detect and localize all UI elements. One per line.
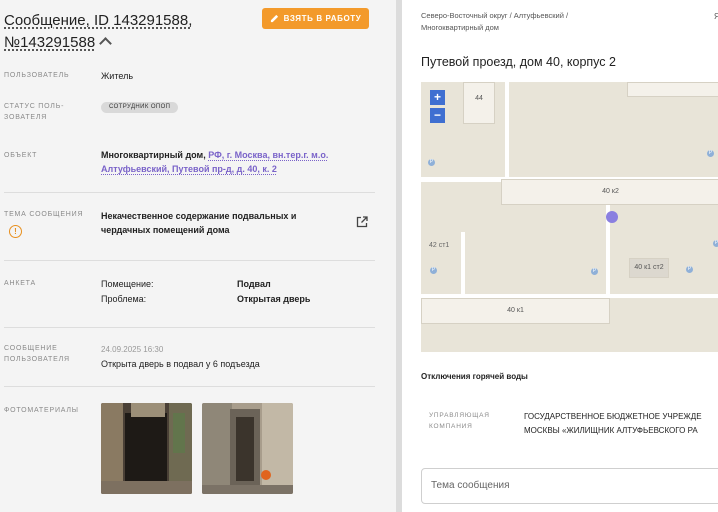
status-badge: СОТРУДНИК ОПОП <box>101 102 179 113</box>
topic-line-1: Некачественное содержание подвальных и <box>101 211 297 221</box>
survey-value-problem: Открытая дверь <box>237 294 311 304</box>
object-address-title: Путевой проезд, дом 40, корпус 2 <box>421 55 616 69</box>
map-zoom-in-button[interactable]: + <box>430 90 445 105</box>
survey-label: АНКЕТА <box>4 280 36 287</box>
map-poi-icon[interactable]: P <box>591 268 598 275</box>
object-address-link-1[interactable]: РФ, г. Москва, вн.тер.г. м.о. <box>208 150 328 160</box>
divider <box>4 192 375 193</box>
map-poi-icon[interactable]: P <box>686 266 693 273</box>
map-label-40k1: 40 к1 <box>507 307 524 314</box>
divider <box>4 327 375 328</box>
map-marker-icon[interactable] <box>605 210 619 224</box>
survey-value-room: Подвал <box>237 279 271 289</box>
divider <box>4 260 375 261</box>
management-company-line-2: МОСКВЫ «ЖИЛИЩНИК АЛТУФЬЕВСКОГО РА <box>524 426 698 435</box>
map-building-40k1: 40 к1 <box>421 298 610 324</box>
map-building-40k1st2: 40 к1 ст2 <box>629 258 669 278</box>
take-to-work-label: ВЗЯТЬ В РАБОТУ <box>283 14 362 23</box>
object-label: ОБЪЕКТ <box>4 152 38 159</box>
external-link-icon[interactable] <box>356 216 368 228</box>
map-building-44: 44 <box>463 82 495 124</box>
map-building <box>627 82 718 97</box>
warning-icon: ! <box>9 225 22 238</box>
user-status-label-2: ЗОВАТЕЛЯ <box>4 114 48 121</box>
management-company-label: УПРАВЛЯЮЩАЯ КОМПАНИЯ <box>429 410 490 432</box>
map-label-42st1: 42 ст1 <box>429 242 450 249</box>
message-text: Открыта дверь в подвал у 6 подъезда <box>101 359 260 369</box>
take-to-work-button[interactable]: ВЗЯТЬ В РАБОТУ <box>262 8 369 29</box>
map-zoom-out-button[interactable]: − <box>430 108 445 123</box>
topic-line-2: чердачных помещений дома <box>101 225 230 235</box>
map-road <box>505 82 509 177</box>
photo-thumbnail-1[interactable] <box>101 403 192 494</box>
pencil-icon <box>270 14 278 23</box>
user-value: Житель <box>101 71 134 81</box>
map-label-44: 44 <box>475 95 483 102</box>
survey-key-room: Помещение: <box>101 279 154 289</box>
user-label: ПОЛЬЗОВАТЕЛЬ <box>4 72 70 79</box>
photos-label: ФОТОМАТЕРИАЛЫ <box>4 407 79 414</box>
object-map[interactable]: 44 40 к2 42 ст1 40 к1 ст2 40 к1 P P P P … <box>421 82 718 352</box>
topic-label: ТЕМА СООБЩЕНИЯ <box>4 211 84 218</box>
map-poi-icon[interactable]: P <box>713 240 718 247</box>
user-status-label-1: СТАТУС ПОЛЬ- <box>4 103 65 110</box>
map-label-40k2: 40 к2 <box>602 188 619 195</box>
user-message-label-1: СООБЩЕНИЕ <box>4 345 58 352</box>
message-title-text: Сообщение, ID 143291588, №143291588 <box>4 12 193 51</box>
map-building-40k2: 40 к2 <box>501 179 718 205</box>
management-company-label-1: УПРАВЛЯЮЩАЯ <box>429 412 490 419</box>
chevron-up-icon[interactable] <box>99 37 113 50</box>
breadcrumb-line-2: Многоквартирный дом <box>421 23 499 32</box>
object-address-link-2[interactable]: Алтуфьевский, Путевой пр-д, д. 40, к. 2 <box>101 164 277 174</box>
message-topic-input[interactable]: Тема сообщения <box>421 468 718 504</box>
user-message-label-2: ПОЛЬЗОВАТЕЛЯ <box>4 356 70 363</box>
breadcrumb: Северо-Восточный округ / Алтуфьевский / … <box>421 10 631 34</box>
message-date: 24.09.2025 16:30 <box>101 345 164 354</box>
breadcrumb-line-1: Северо-Восточный округ / Алтуфьевский / <box>421 11 569 20</box>
photo-thumbnail-2[interactable] <box>202 403 293 494</box>
management-company-line-1: ГОСУДАРСТВЕННОЕ БЮДЖЕТНОЕ УЧРЕЖДЕ <box>524 412 702 421</box>
message-title[interactable]: Сообщение, ID 143291588, №143291588 <box>4 10 254 54</box>
corner-letter: Я <box>714 12 718 21</box>
map-poi-icon[interactable]: P <box>707 150 714 157</box>
message-panel: Сообщение, ID 143291588, №143291588 ВЗЯТ… <box>0 0 396 512</box>
map-poi-icon[interactable]: P <box>428 159 435 166</box>
object-type: Многоквартирный дом, <box>101 150 206 160</box>
survey-key-problem: Проблема: <box>101 294 147 304</box>
management-company-value: ГОСУДАРСТВЕННОЕ БЮДЖЕТНОЕ УЧРЕЖДЕ МОСКВЫ… <box>524 410 702 438</box>
map-poi-icon[interactable]: P <box>430 267 437 274</box>
hot-water-outages-title: Отключения горячей воды <box>421 372 528 381</box>
divider <box>4 386 375 387</box>
management-company-label-2: КОМПАНИЯ <box>429 423 473 430</box>
object-value: Многоквартирный дом, РФ, г. Москва, вн.т… <box>101 148 371 176</box>
map-road <box>461 232 465 294</box>
object-panel: Северо-Восточный округ / Алтуфьевский / … <box>402 0 718 512</box>
map-label-40k1st2: 40 к1 ст2 <box>634 264 664 271</box>
